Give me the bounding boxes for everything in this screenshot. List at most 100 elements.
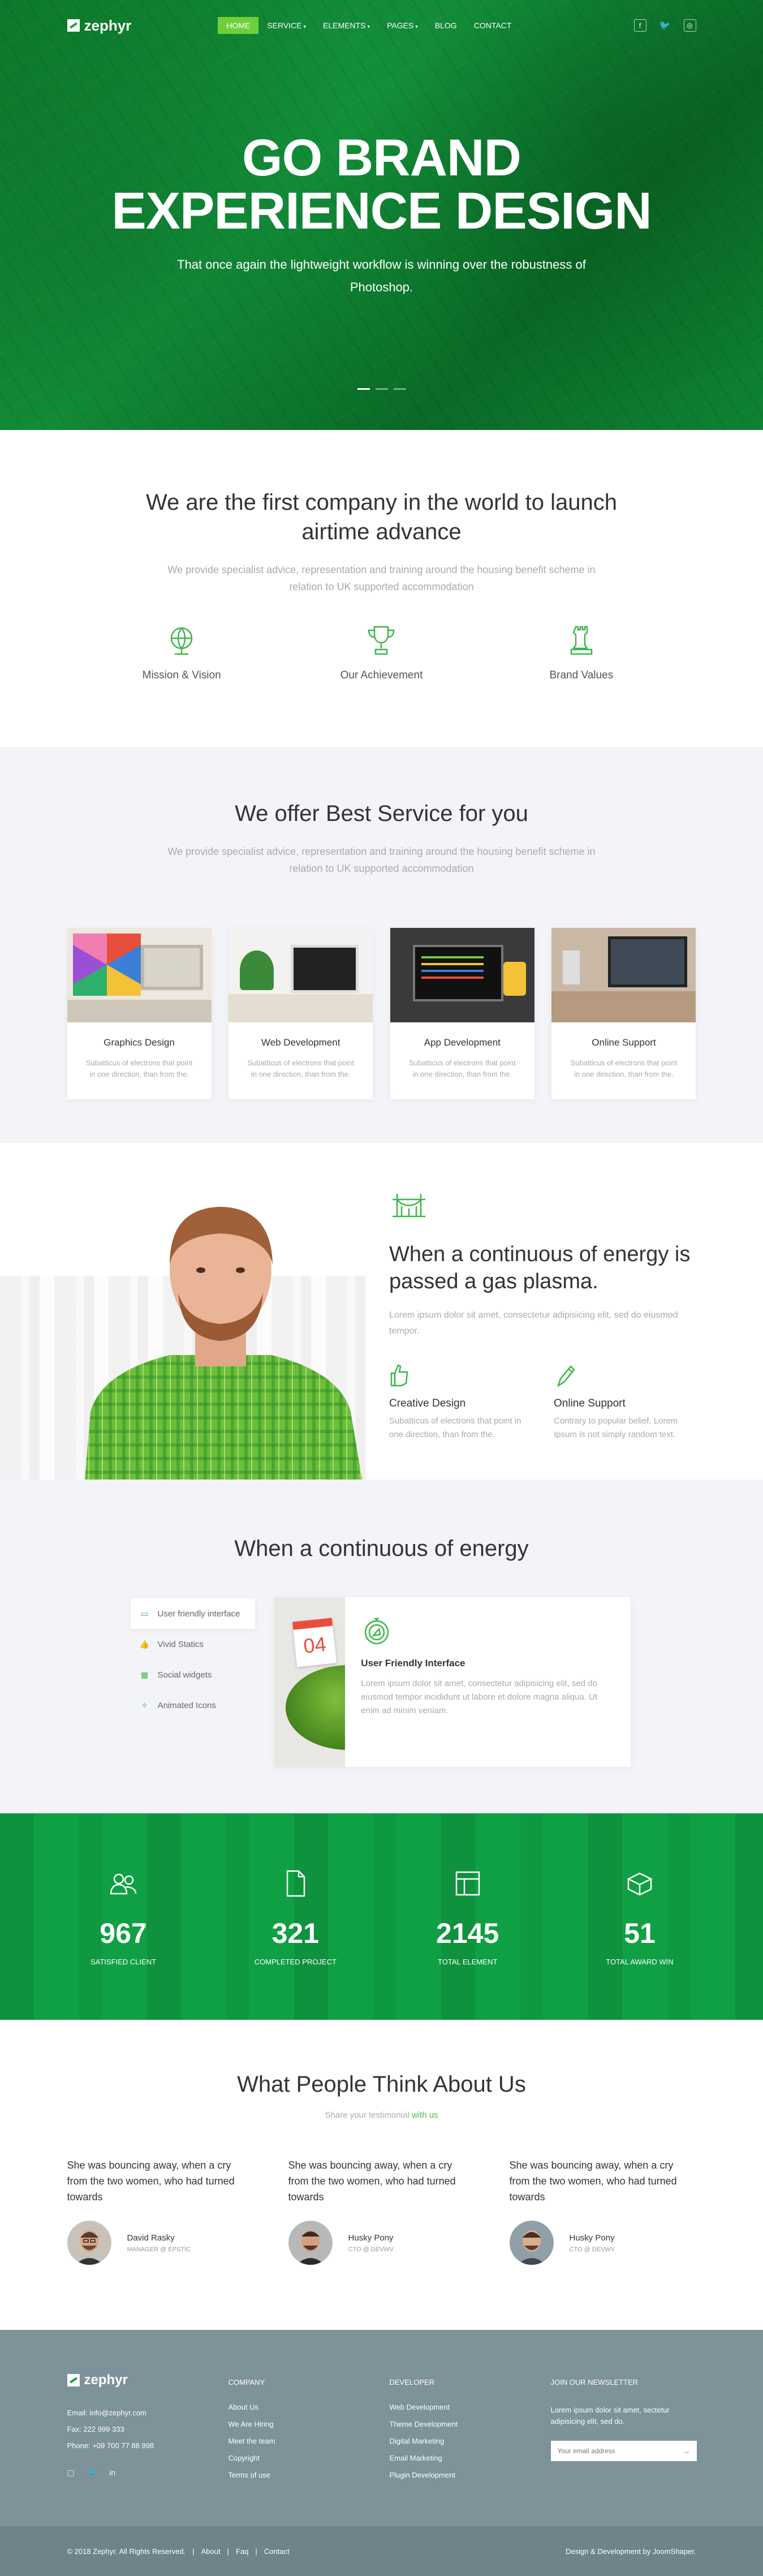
chevron-down-icon: ▾	[415, 24, 418, 29]
widget-icon: ▦	[140, 1670, 149, 1679]
service-text: Subatticus of electrons that point in on…	[409, 1059, 516, 1078]
tab-image: 04	[274, 1597, 346, 1767]
tab-vivid-statics[interactable]: 👍 Vivid Statics	[131, 1629, 255, 1659]
hero-content: GO BRAND EXPERIENCE DESIGN That once aga…	[0, 131, 763, 299]
newsletter-form: →	[550, 2441, 697, 2461]
menu-item-pages[interactable]: PAGES ▾	[378, 17, 426, 34]
menu-item-service[interactable]: SERVICE ▾	[258, 17, 314, 34]
slider-dot[interactable]	[357, 388, 370, 390]
footer-link[interactable]: Web Development	[390, 2403, 551, 2411]
copyright-text: © 2018 Zephyr. All Rights Reserved.	[67, 2547, 186, 2556]
slider-dot[interactable]	[393, 388, 406, 390]
footer-link[interactable]: Email Marketing	[390, 2454, 551, 2462]
service-title: App Development	[424, 1037, 501, 1048]
stat-label: COMPLETED PROJECT	[254, 1958, 337, 1966]
tab-social-widgets[interactable]: ▦ Social widgets	[131, 1659, 255, 1690]
service-card-graphics[interactable]: Graphics Design Subatticus of electrons …	[67, 928, 212, 1099]
newsletter-email-input[interactable]	[550, 2447, 676, 2455]
tab-panel-title: User Friendly Interface	[361, 1658, 465, 1668]
tab-list: ▭ User friendly interface 👍 Vivid Statics …	[130, 1598, 255, 1721]
service-image	[390, 928, 534, 1022]
arrow-right-icon[interactable]: →	[676, 2446, 697, 2456]
bottom-link-about[interactable]: About	[201, 2547, 221, 2556]
testimonial-name: Husky Pony	[569, 2233, 615, 2243]
stat-label: TOTAL ELEMENT	[438, 1958, 498, 1966]
service-text: Subatticus of electrons that point in on…	[85, 1059, 193, 1078]
instagram-icon[interactable]: ◎	[683, 19, 696, 32]
tabs-title: When a continuous of energy	[234, 1536, 529, 1561]
stat-value: 51	[624, 1917, 656, 1949]
twitter-icon[interactable]: 🐦	[87, 2468, 97, 2478]
testimonial-person: Husky Pony CTO @ DEVWV	[288, 2221, 475, 2265]
menu-item-blog[interactable]: BLOG	[426, 17, 465, 34]
feature-label: Our Achievement	[340, 669, 423, 681]
thumbs-up-icon: 👍	[139, 1639, 150, 1649]
facebook-icon[interactable]: ▢	[67, 2468, 75, 2478]
tab-label: Social widgets	[157, 1670, 212, 1680]
menu-label: PAGES	[387, 21, 414, 30]
hero-section: zephyr HOME SERVICE ▾ ELEMENTS ▾ PAGES ▾ BL…	[0, 0, 763, 430]
tab-user-friendly[interactable]: ▭ User friendly interface	[130, 1598, 255, 1629]
footer-phone: Phone: +09 700 77 88 998	[67, 2441, 154, 2450]
testimonial-person: Husky Pony CTO @ DEVWV	[509, 2221, 696, 2265]
about-content: When a continuous of energy is passed a …	[389, 1188, 695, 1442]
footer-link[interactable]: Copyright	[229, 2454, 390, 2462]
person-photo	[85, 1207, 362, 1480]
pen-icon	[557, 1365, 575, 1387]
credit-text: Design & Development by JoomShaper.	[565, 2547, 696, 2556]
menu-label: CONTACT	[473, 21, 512, 30]
bottom-link-faq[interactable]: Faq	[236, 2547, 248, 2556]
services-section: We offer Best Service for you We provide…	[0, 747, 763, 1143]
linkedin-icon[interactable]: in	[109, 2468, 115, 2478]
footer-link[interactable]: About Us	[229, 2403, 390, 2411]
services-text: We provide specialist advice, representa…	[167, 846, 596, 874]
testimonial-link[interactable]: with us	[412, 2110, 438, 2120]
bottom-link-contact[interactable]: Contact	[264, 2547, 290, 2556]
separator: |	[255, 2547, 257, 2556]
footer-logo[interactable]: zephyr	[67, 2372, 229, 2388]
service-image	[551, 928, 696, 1022]
menu-label: ELEMENTS	[323, 21, 366, 30]
menu-item-home[interactable]: HOME	[218, 17, 259, 34]
menu-item-elements[interactable]: ELEMENTS ▾	[314, 17, 378, 34]
chess-icon	[570, 626, 593, 655]
service-card-app[interactable]: App Development Subatticus of electrons …	[390, 928, 534, 1099]
newsletter-text: Lorem ipsum dolor sit amet, sectetur adi…	[550, 2406, 670, 2426]
hero-title: GO BRAND EXPERIENCE DESIGN	[0, 131, 763, 238]
footer-link[interactable]: Theme Development	[390, 2420, 551, 2428]
menu-item-contact[interactable]: CONTACT	[465, 17, 520, 34]
logo-icon	[67, 2374, 80, 2386]
service-card-web[interactable]: Web Development Subatticus of electrons …	[229, 928, 373, 1099]
intro-section: We are the first company in the world to…	[0, 430, 763, 747]
testimonials-section: What People Think About Us Share your te…	[0, 2020, 763, 2330]
footer-link[interactable]: Digital Marketing	[390, 2437, 551, 2445]
footer-link[interactable]: Plugin Development	[390, 2471, 551, 2479]
tab-animated-icons[interactable]: ✧ Animated Icons	[131, 1690, 255, 1721]
logo[interactable]: zephyr	[67, 17, 131, 35]
twitter-icon[interactable]: 🐦	[659, 19, 671, 32]
service-image	[67, 928, 212, 1022]
stat-value: 321	[271, 1917, 320, 1949]
main-menu: HOME SERVICE ▾ ELEMENTS ▾ PAGES ▾ BLOG CONT…	[218, 17, 520, 34]
facebook-icon[interactable]: f	[633, 19, 646, 32]
slider-dot[interactable]	[375, 388, 388, 390]
footer-heading: JOIN OUR NEWSLETTER	[550, 2378, 639, 2386]
tab-label: User friendly interface	[157, 1609, 240, 1619]
testimonial-quote: She was bouncing away, when a cry from t…	[67, 2160, 235, 2203]
hand-icon	[390, 1364, 408, 1387]
stat-row: 967 SATISFIED CLIENT 321 COMPLETED PROJE…	[67, 1868, 696, 1966]
tab-panel-text: Lorem ipsum dolor sit amet, consectetur …	[361, 1679, 598, 1715]
about-features: Creative Design Subatticus of electrons …	[389, 1363, 695, 1442]
layout-icon	[455, 1871, 480, 1896]
testimonial-card: She was bouncing away, when a cry from t…	[67, 2157, 254, 2265]
separator: |	[227, 2547, 230, 2556]
service-card-support[interactable]: Online Support Subatticus of electrons t…	[551, 928, 696, 1099]
menu-label: SERVICE	[267, 21, 302, 30]
stat-item: 51 TOTAL AWARD WIN	[583, 1868, 696, 1966]
footer-link[interactable]: We Are Hiring	[229, 2420, 390, 2428]
users-icon	[110, 1873, 137, 1895]
footer-link[interactable]: Meet the team	[229, 2437, 390, 2445]
footer-link[interactable]: Terms of use	[229, 2471, 390, 2479]
compass-icon	[365, 1618, 389, 1645]
footer-contact: zephyr Email: info@zephyr.com Fax: 222 9…	[67, 2372, 229, 2479]
